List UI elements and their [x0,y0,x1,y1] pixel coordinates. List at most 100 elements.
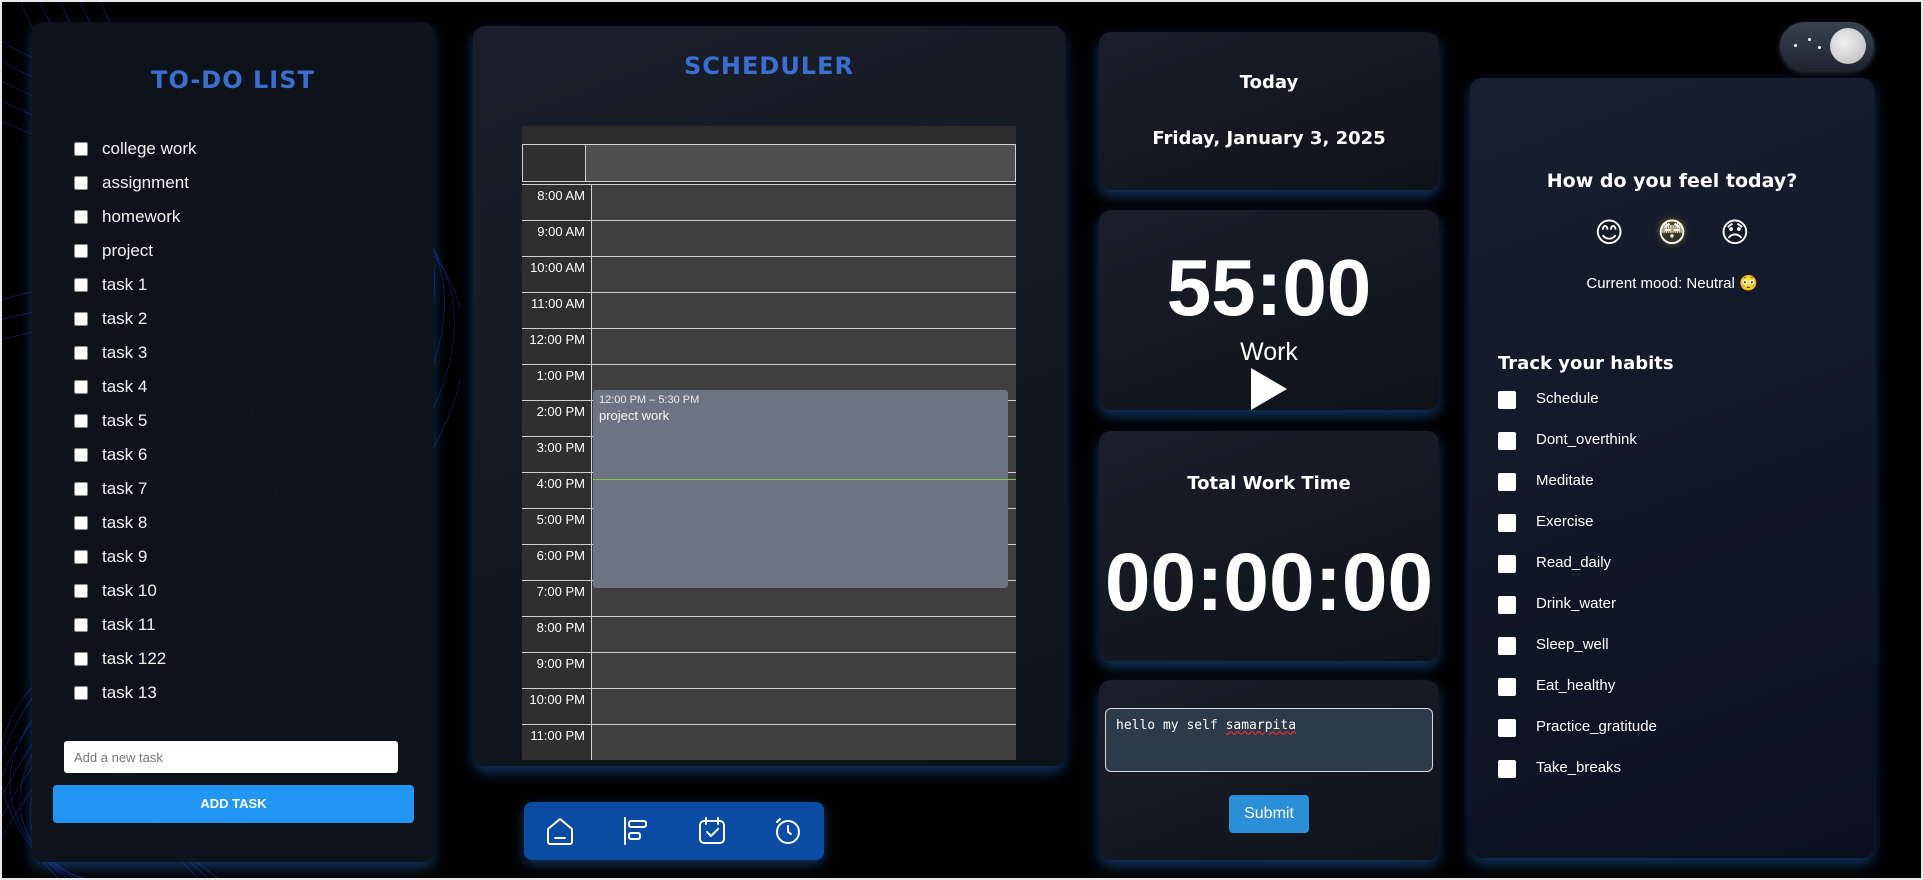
todo-item[interactable]: task 4 [74,370,197,404]
habit-label: Read_daily [1536,554,1612,571]
habit-checkbox[interactable] [1498,596,1516,614]
play-icon[interactable] [1251,368,1287,410]
habit-item[interactable]: Take_breaks [1498,759,1657,800]
pomodoro-card: 55:00 Work [1099,210,1439,410]
neutral-emoji-icon[interactable]: 😳 [1645,216,1699,249]
habit-checkbox[interactable] [1498,678,1516,696]
todo-item-label: project [102,241,154,260]
todo-checkbox[interactable] [74,482,88,496]
habit-item[interactable]: Drink_water [1498,595,1657,636]
todo-item[interactable]: task 11 [74,608,197,642]
time-slot[interactable]: 10:00 PM [522,688,1016,724]
time-label: 5:00 PM [522,509,592,544]
habit-item[interactable]: Sleep_well [1498,636,1657,677]
todo-checkbox[interactable] [74,176,88,190]
todo-checkbox[interactable] [74,618,88,632]
time-slot[interactable]: 8:00 PM [522,616,1016,652]
calendar-check-icon[interactable] [696,815,728,847]
todo-item[interactable]: task 122 [74,642,197,676]
habit-checkbox[interactable] [1498,473,1516,491]
submit-button[interactable]: Submit [1229,795,1309,833]
habit-checkbox[interactable] [1498,760,1516,778]
todo-item[interactable]: task 5 [74,404,197,438]
todo-item[interactable]: task 7 [74,472,197,506]
time-slot[interactable]: 12:00 PM [522,328,1016,364]
event-time: 12:00 PM – 5:30 PM [599,394,700,406]
happy-emoji-icon[interactable]: 😊 [1582,216,1636,249]
todo-item[interactable]: task 1 [74,268,197,302]
todo-checkbox[interactable] [74,550,88,564]
time-label: 2:00 PM [522,401,592,436]
todo-checkbox[interactable] [74,346,88,360]
star-icon [1808,38,1811,41]
todo-item[interactable]: task 2 [74,302,197,336]
habit-item[interactable]: Practice_gratitude [1498,718,1657,759]
todo-checkbox[interactable] [74,244,88,258]
habit-checkbox[interactable] [1498,391,1516,409]
habit-item[interactable]: Eat_healthy [1498,677,1657,718]
todo-checkbox[interactable] [74,278,88,292]
todo-checkbox[interactable] [74,448,88,462]
todo-item[interactable]: project [74,234,197,268]
habit-item[interactable]: Schedule [1498,390,1657,431]
habit-checkbox[interactable] [1498,637,1516,655]
theme-toggle[interactable] [1780,22,1874,70]
todo-item[interactable]: task 3 [74,336,197,370]
home-icon[interactable] [544,815,576,847]
habit-item[interactable]: Exercise [1498,513,1657,554]
todo-item[interactable]: task 9 [74,540,197,574]
timeline-icon[interactable] [620,815,652,847]
todo-item-label: task 8 [102,513,148,532]
todo-checkbox[interactable] [74,380,88,394]
time-slot[interactable]: 9:00 AM [522,220,1016,256]
calendar-day-view: 8:00 AM 9:00 AM 10:00 AM 11:00 AM 12:00 … [522,126,1016,760]
time-slot[interactable]: 8:00 AM [522,184,1016,220]
habit-checkbox[interactable] [1498,719,1516,737]
timer-mode: Work [1240,338,1298,366]
new-task-input[interactable] [64,741,398,773]
time-slot[interactable]: 11:00 PM [522,724,1016,760]
moon-icon [1830,28,1866,64]
todo-checkbox[interactable] [74,652,88,666]
calendar-event[interactable]: 12:00 PM – 5:30 PM project work [593,390,1008,588]
todo-item[interactable]: college work [74,132,197,166]
time-label: 1:00 PM [522,365,592,400]
todo-item[interactable]: homework [74,200,197,234]
todo-item[interactable]: task 10 [74,574,197,608]
todo-checkbox[interactable] [74,210,88,224]
timer-icon[interactable] [772,815,804,847]
todo-checkbox[interactable] [74,686,88,700]
todo-item[interactable]: task 6 [74,438,197,472]
time-slot[interactable]: 11:00 AM [522,292,1016,328]
todo-item-label: task 13 [102,683,157,702]
time-slot[interactable]: 9:00 PM [522,652,1016,688]
time-slot[interactable]: 10:00 AM [522,256,1016,292]
habit-item[interactable]: Meditate [1498,472,1657,513]
todo-item[interactable]: task 13 [74,676,197,710]
todo-checkbox[interactable] [74,312,88,326]
mood-habits-panel: How do you feel today? 😊 😳 😞 Current moo… [1470,78,1874,858]
habit-item[interactable]: Read_daily [1498,554,1657,595]
time-label: 3:00 PM [522,437,592,472]
sad-emoji-icon[interactable]: 😞 [1708,216,1762,249]
scheduler-panel: SCHEDULER 8:00 AM 9:00 AM 10:00 AM 11:00… [473,26,1065,766]
todo-checkbox[interactable] [74,584,88,598]
note-textarea[interactable]: hello my self samarpita [1105,708,1433,772]
time-label: 9:00 PM [522,653,592,688]
time-label: 10:00 AM [522,257,592,292]
todo-item[interactable]: task 8 [74,506,197,540]
habit-checkbox[interactable] [1498,432,1516,450]
todo-checkbox[interactable] [74,414,88,428]
todo-checkbox[interactable] [74,142,88,156]
todo-item-label: homework [102,207,181,226]
habit-checkbox[interactable] [1498,555,1516,573]
current-time-indicator [593,479,1016,480]
habit-item[interactable]: Dont_overthink [1498,431,1657,472]
todo-item-label: task 4 [102,377,148,396]
time-label: 8:00 AM [522,185,592,220]
add-task-button[interactable]: ADD TASK [53,785,414,823]
todo-checkbox[interactable] [74,516,88,530]
habit-checkbox[interactable] [1498,514,1516,532]
habit-label: Practice_gratitude [1536,718,1657,735]
todo-item[interactable]: assignment [74,166,197,200]
